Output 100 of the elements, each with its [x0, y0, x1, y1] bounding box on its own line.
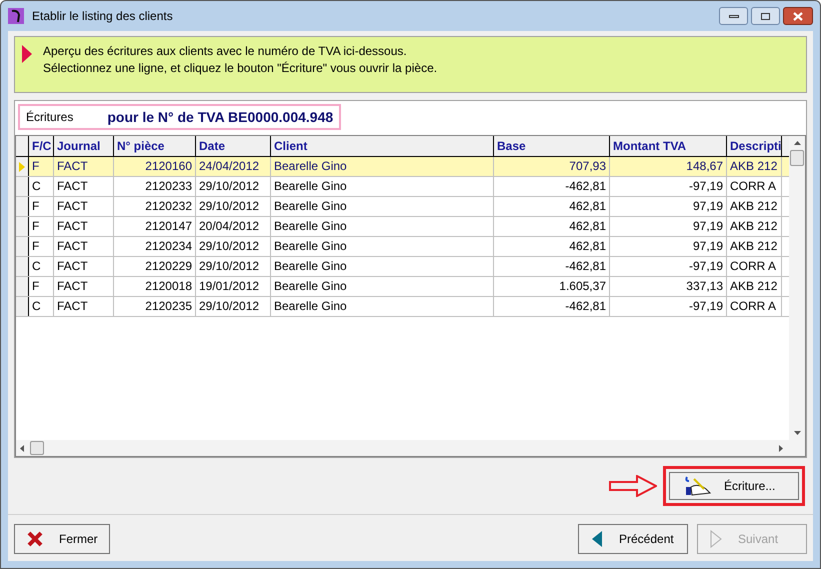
table-cell: F	[29, 157, 54, 176]
table-cell: F	[29, 197, 54, 216]
table-cell: 29/10/2012	[196, 177, 271, 196]
table-row[interactable]: F FACT 2120018 19/01/2012 Bearelle Gino 1.605,37 337,13 AKB 212	[16, 277, 789, 297]
column-header[interactable]: Base	[494, 136, 610, 156]
table-row[interactable]: F FACT 2120234 29/10/2012 Bearelle Gino 462,81 97,19 AKB 212	[16, 237, 789, 257]
table-cell: 2120160	[114, 157, 196, 176]
table-cell: Bearelle Gino	[271, 157, 494, 176]
column-header[interactable]: Date	[196, 136, 271, 156]
table-cell: Bearelle Gino	[271, 237, 494, 256]
table-cell: 462,81	[494, 217, 610, 236]
row-pointer-icon	[19, 162, 25, 172]
table-row[interactable]: C FACT 2120229 29/10/2012 Bearelle Gino -462,81 -97,19 CORR A	[16, 257, 789, 277]
table-cell: AKB 212	[727, 237, 782, 256]
scroll-thumb[interactable]	[30, 441, 44, 455]
scroll-right-icon[interactable]	[779, 444, 783, 452]
table-row[interactable]: F FACT 2120147 20/04/2012 Bearelle Gino 462,81 97,19 AKB 212	[16, 217, 789, 237]
table-cell: 2120229	[114, 257, 196, 276]
table-cell: 1.605,37	[494, 277, 610, 296]
column-header[interactable]: N° pièce	[114, 136, 196, 156]
table-cell: 462,81	[494, 237, 610, 256]
table-cell: AKB 212	[727, 217, 782, 236]
table-cell: 2120232	[114, 197, 196, 216]
left-triangle-icon	[591, 530, 603, 548]
table-cell: 29/10/2012	[196, 197, 271, 216]
table-cell: 2120018	[114, 277, 196, 296]
row-selector[interactable]	[16, 217, 29, 236]
table-cell: Bearelle Gino	[271, 297, 494, 316]
table-cell: -462,81	[494, 297, 610, 316]
hand-writing-icon	[684, 475, 712, 497]
table-cell: CORR A	[727, 177, 782, 196]
table-row[interactable]: F FACT 2120232 29/10/2012 Bearelle Gino 462,81 97,19 AKB 212	[16, 197, 789, 217]
table-cell: Bearelle Gino	[271, 277, 494, 296]
table-cell: AKB 212	[727, 277, 782, 296]
table-cell: F	[29, 277, 54, 296]
row-selector[interactable]	[16, 157, 29, 176]
header-label: Écritures	[26, 109, 74, 126]
close-icon	[27, 531, 43, 547]
table-cell: -462,81	[494, 177, 610, 196]
table-cell: 337,13	[610, 277, 727, 296]
table-cell: CORR A	[727, 297, 782, 316]
table-cell: F	[29, 217, 54, 236]
previous-button[interactable]: Précédent	[578, 524, 688, 554]
table-cell: FACT	[54, 237, 114, 256]
scroll-down-icon[interactable]	[794, 431, 800, 435]
table-cell: C	[29, 257, 54, 276]
row-selector[interactable]	[16, 297, 29, 316]
table-cell: FACT	[54, 297, 114, 316]
table-cell: CORR A	[727, 257, 782, 276]
table-cell: Bearelle Gino	[271, 257, 494, 276]
table-cell: 707,93	[494, 157, 610, 176]
pointer-icon	[21, 44, 33, 64]
scroll-up-icon[interactable]	[794, 141, 800, 145]
table-cell: -97,19	[610, 177, 727, 196]
row-selector[interactable]	[16, 177, 29, 196]
close-icon	[793, 12, 803, 20]
table-row[interactable]: C FACT 2120235 29/10/2012 Bearelle Gino -462,81 -97,19 CORR A	[16, 297, 789, 317]
column-header[interactable]: Montant TVA	[610, 136, 727, 156]
close-button[interactable]: Fermer	[14, 524, 110, 554]
column-header[interactable]: F/C	[29, 136, 54, 156]
table-cell: C	[29, 177, 54, 196]
scroll-thumb[interactable]	[790, 150, 804, 166]
row-selector[interactable]	[16, 257, 29, 276]
table-cell: 2120233	[114, 177, 196, 196]
table-cell: FACT	[54, 177, 114, 196]
column-header[interactable]: Descripti	[727, 136, 782, 156]
table-cell: 19/01/2012	[196, 277, 271, 296]
info-text: Sélectionnez une ligne, et cliquez le bouton "Écriture" vous ouvrir la pièce.	[43, 60, 438, 77]
row-selector[interactable]	[16, 197, 29, 216]
vertical-scrollbar[interactable]	[789, 136, 805, 440]
app-icon	[8, 8, 24, 24]
close-button[interactable]	[783, 7, 813, 25]
table-cell: 97,19	[610, 197, 727, 216]
table-cell: -97,19	[610, 297, 727, 316]
table-cell: 2120147	[114, 217, 196, 236]
row-selector[interactable]	[16, 277, 29, 296]
table-cell: FACT	[54, 277, 114, 296]
scroll-left-icon[interactable]	[20, 444, 24, 452]
horizontal-scrollbar[interactable]	[16, 440, 805, 456]
table-cell: 29/10/2012	[196, 237, 271, 256]
table-cell: Bearelle Gino	[271, 197, 494, 216]
table-cell: -97,19	[610, 257, 727, 276]
column-header[interactable]: Client	[271, 136, 494, 156]
table-cell: 29/10/2012	[196, 297, 271, 316]
row-selector[interactable]	[16, 237, 29, 256]
entry-button[interactable]: Écriture...	[669, 472, 799, 500]
maximize-button[interactable]	[751, 7, 780, 25]
table-cell: 20/04/2012	[196, 217, 271, 236]
right-triangle-icon	[710, 530, 722, 548]
table-cell: 2120234	[114, 237, 196, 256]
table-row[interactable]: C FACT 2120233 29/10/2012 Bearelle Gino -462,81 -97,19 CORR A	[16, 177, 789, 197]
table-cell: -462,81	[494, 257, 610, 276]
table-cell: FACT	[54, 197, 114, 216]
window-title: Etablir le listing des clients	[32, 8, 173, 25]
minimize-button[interactable]	[719, 7, 748, 25]
table-row[interactable]: F FACT 2120160 24/04/2012 Bearelle Gino 707,93 148,67 AKB 212	[16, 157, 789, 177]
column-header[interactable]: Journal	[54, 136, 114, 156]
table-cell: 29/10/2012	[196, 257, 271, 276]
table-cell: AKB 212	[727, 157, 782, 176]
table-cell: Bearelle Gino	[271, 177, 494, 196]
